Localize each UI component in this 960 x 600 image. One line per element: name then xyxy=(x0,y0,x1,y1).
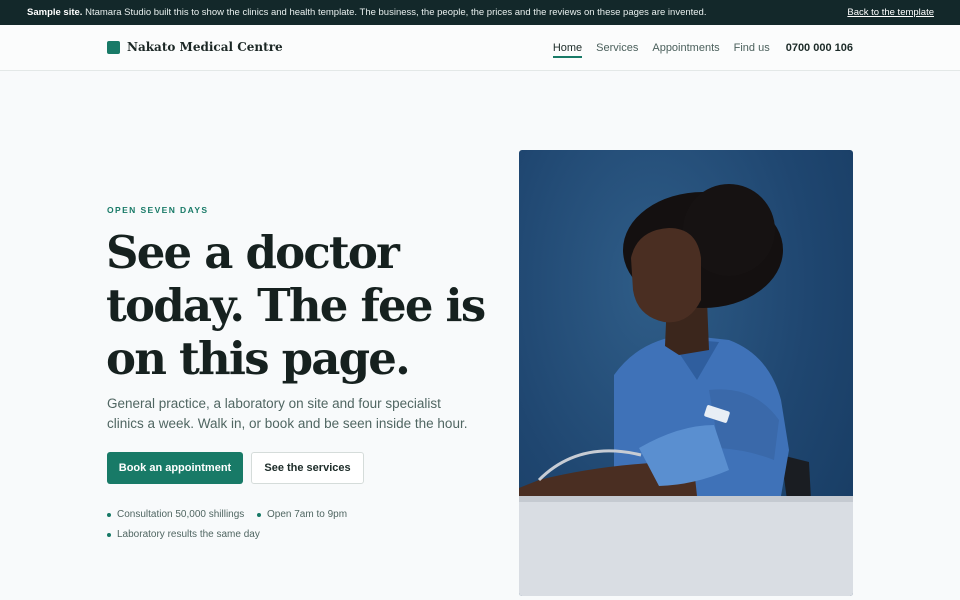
bullet-dot-icon xyxy=(107,512,111,517)
brand[interactable]: Nakato Medical Centre xyxy=(107,40,283,54)
banner-bold: Sample site. xyxy=(27,7,83,18)
main-nav: Home Services Appointments Find us 0700 … xyxy=(539,25,853,71)
site-header: Nakato Medical Centre Home Services Appo… xyxy=(0,25,960,71)
fact-item: Consultation 50,000 shillings xyxy=(107,509,244,520)
banner-body: Ntamara Studio built this to show the cl… xyxy=(82,7,707,18)
sample-site-banner: Sample site. Ntamara Studio built this t… xyxy=(0,0,960,25)
fact-lab-results: Laboratory results the same day xyxy=(117,529,260,540)
book-appointment-button[interactable]: Book an appointment xyxy=(107,452,243,484)
hero-lede: General practice, a laboratory on site a… xyxy=(107,396,468,431)
nav-appointments[interactable]: Appointments xyxy=(652,25,719,71)
back-to-template-link[interactable]: Back to the template xyxy=(847,7,934,18)
bullet-dot-icon xyxy=(107,532,111,537)
hero-eyebrow: OPEN SEVEN DAYS xyxy=(107,205,209,215)
brand-name: Nakato Medical Centre xyxy=(127,40,283,54)
phone-number-link[interactable]: 0700 000 106 xyxy=(786,42,853,54)
see-services-button[interactable]: See the services xyxy=(251,452,364,484)
hero-photo-nurse xyxy=(519,150,853,596)
fact-item: Laboratory results the same day xyxy=(107,529,260,540)
brand-logo-icon xyxy=(107,40,120,54)
nav-services[interactable]: Services xyxy=(596,25,638,71)
fact-consultation-fee: Consultation 50,000 shillings xyxy=(117,509,245,520)
nav-home[interactable]: Home xyxy=(552,25,583,71)
nav-find-us[interactable]: Find us xyxy=(734,25,770,71)
fact-opening-hours: Open 7am to 9pm xyxy=(267,509,348,520)
bullet-dot-icon xyxy=(257,512,261,517)
nurse-illustration xyxy=(519,184,853,596)
banner-text: Sample site. Ntamara Studio built this t… xyxy=(27,7,847,18)
hero-headline: See a doctor today. The fee is on this p… xyxy=(106,226,486,385)
fact-item: Open 7am to 9pm xyxy=(257,509,347,520)
